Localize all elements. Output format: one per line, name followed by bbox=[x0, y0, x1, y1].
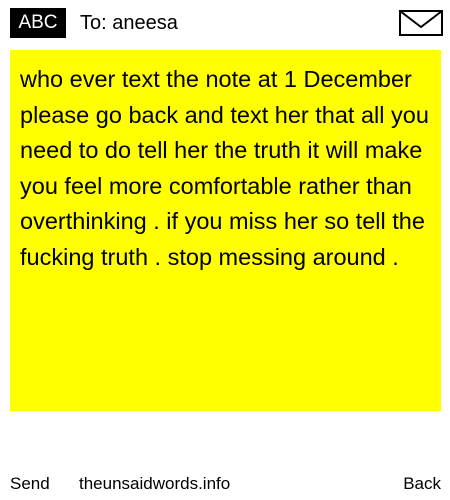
footer-bar: Send theunsaidwords.info Back bbox=[0, 470, 450, 498]
send-button[interactable]: Send bbox=[10, 470, 50, 498]
envelope-icon bbox=[399, 10, 443, 36]
message-text: who ever text the note at 1 December ple… bbox=[20, 66, 429, 270]
site-link[interactable]: theunsaidwords.info bbox=[79, 470, 230, 498]
message-body: who ever text the note at 1 December ple… bbox=[10, 50, 441, 411]
to-prefix: To: bbox=[80, 12, 107, 34]
message-header: ABC To: aneesa bbox=[0, 0, 450, 48]
input-mode-badge: ABC bbox=[10, 8, 66, 38]
recipient-line: To: aneesa bbox=[80, 8, 178, 38]
back-button[interactable]: Back bbox=[403, 470, 441, 498]
recipient-name: aneesa bbox=[112, 12, 178, 34]
